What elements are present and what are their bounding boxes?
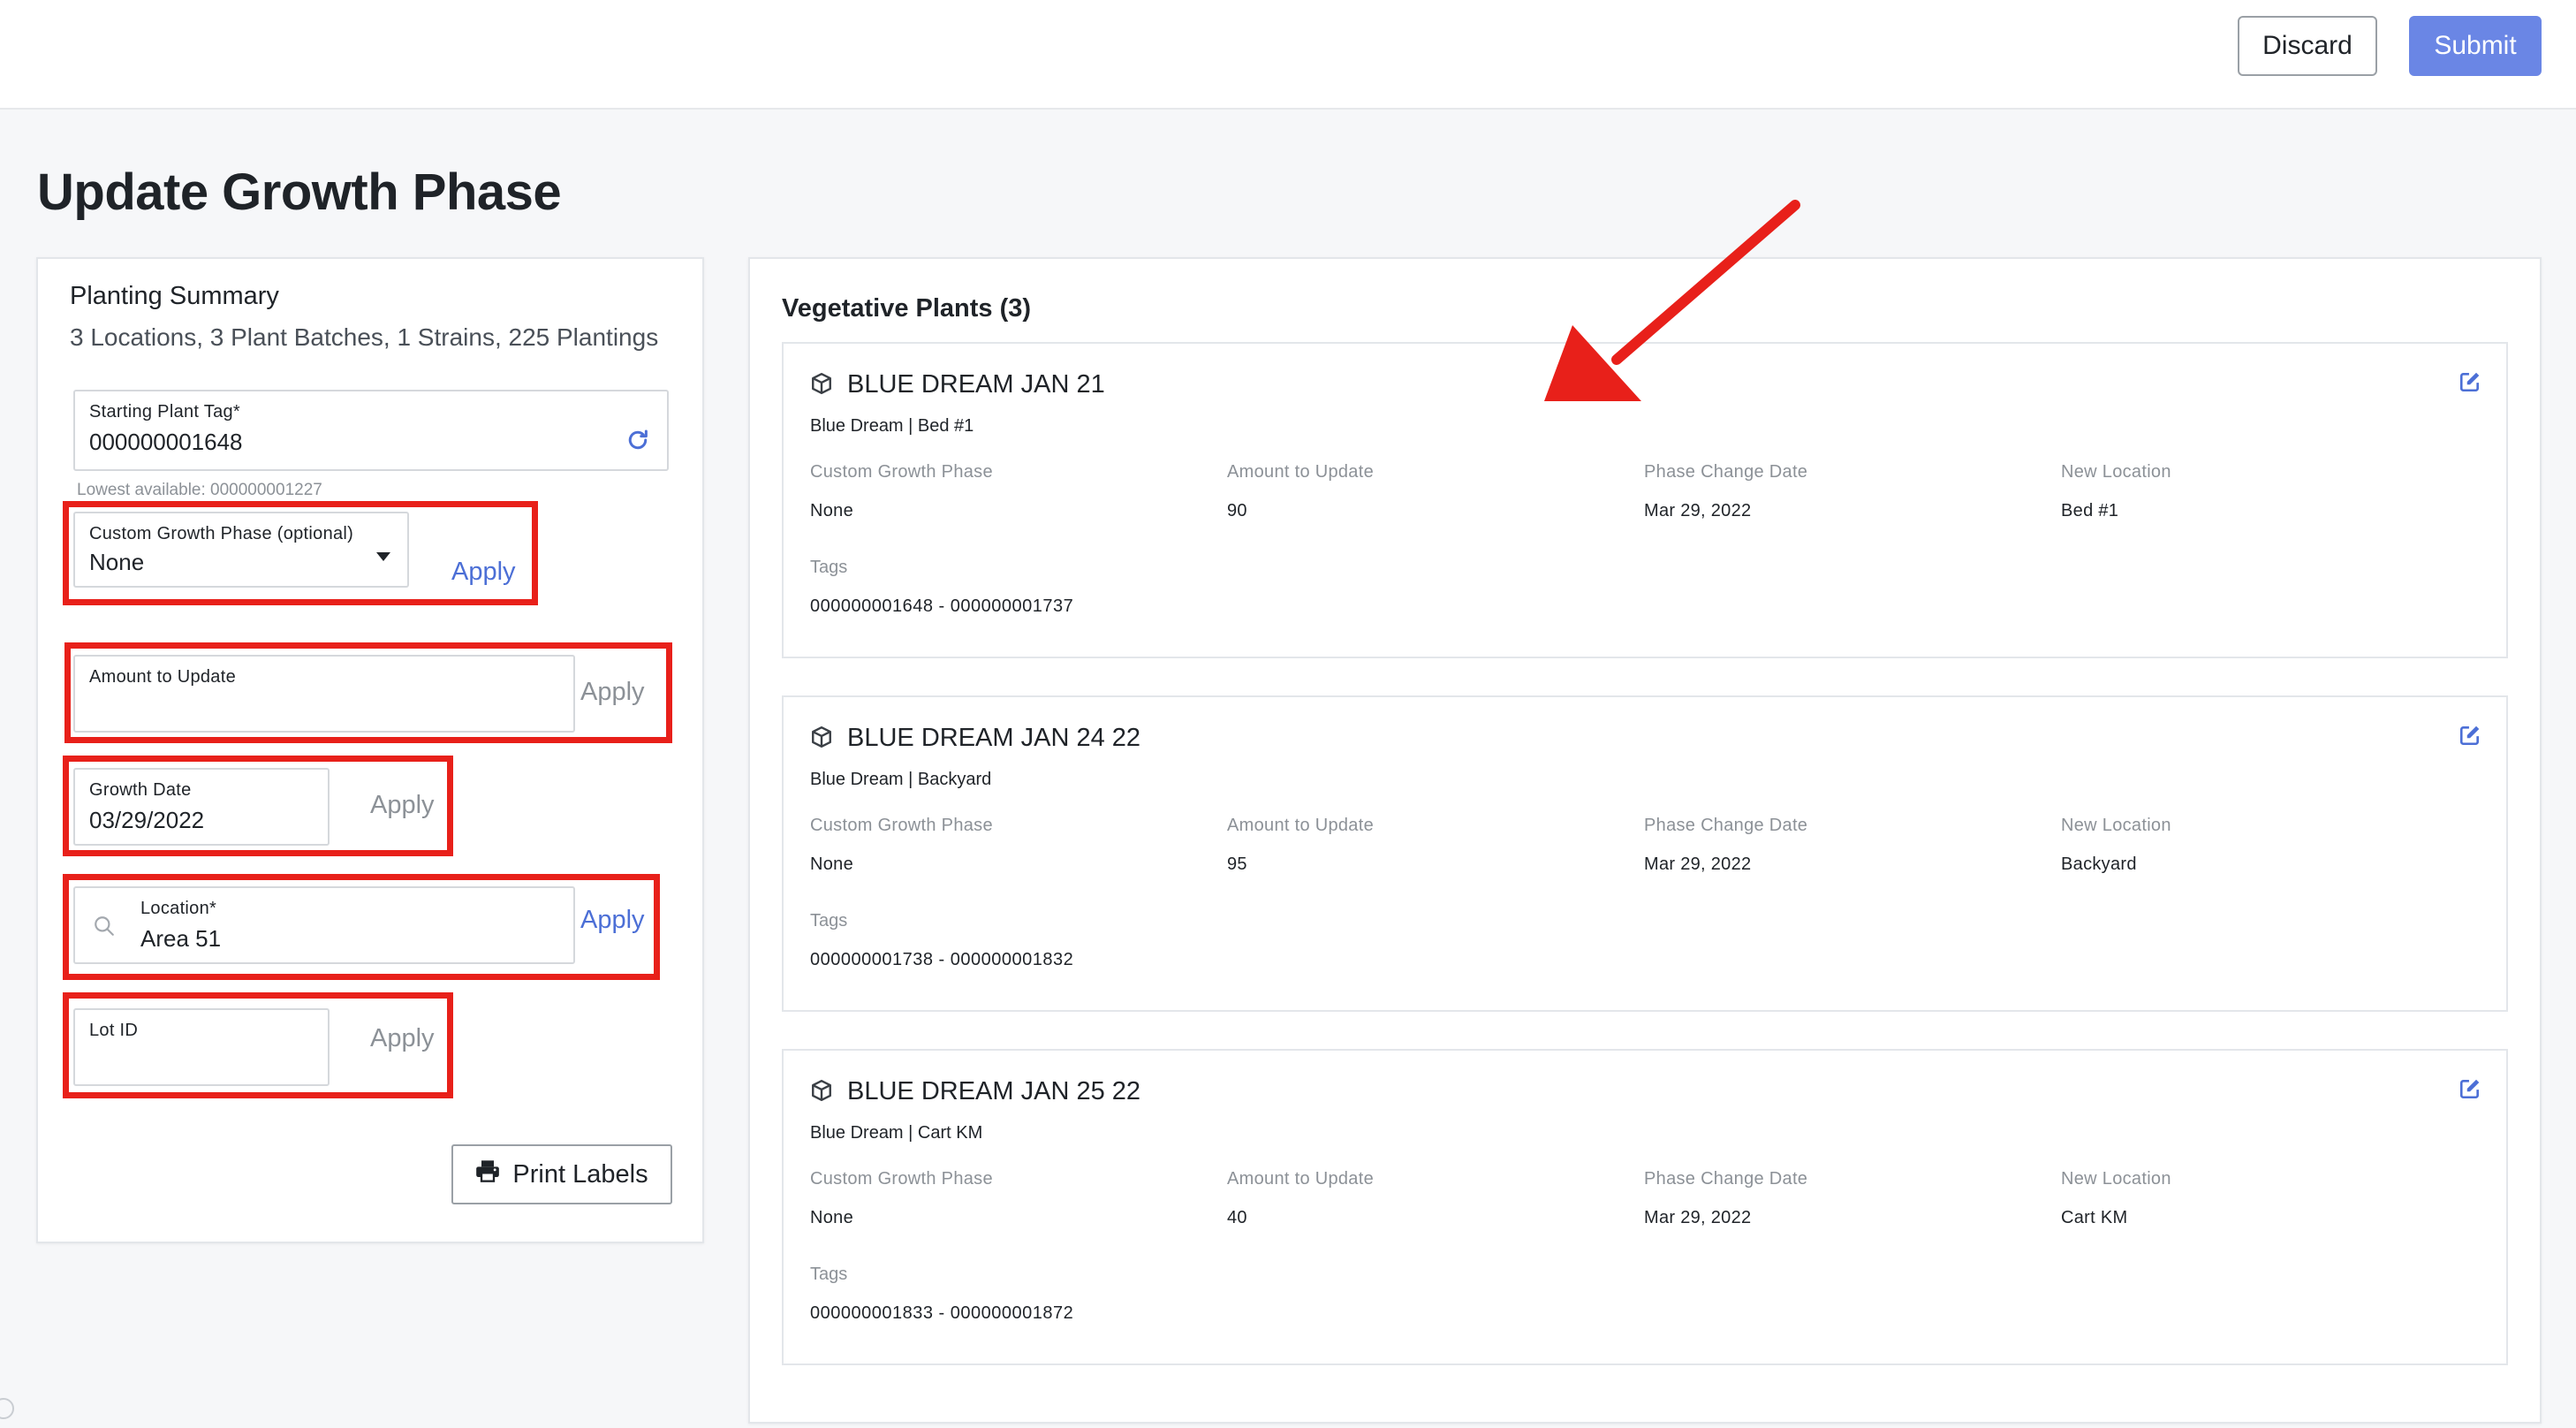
new-location-column-label: New Location	[2061, 1169, 2171, 1189]
new-location-value: Bed #1	[2061, 501, 2119, 520]
growth-date-apply-button[interactable]: Apply	[370, 791, 435, 820]
box-icon	[810, 725, 833, 753]
lowest-available-hint: Lowest available: 000000001227	[77, 481, 322, 499]
new-location-column-label: New Location	[2061, 816, 2171, 835]
card-title: BLUE DREAM JAN 25 22	[847, 1077, 1141, 1105]
caret-down-icon	[375, 551, 391, 566]
amount-value: 90	[1227, 501, 1247, 520]
amount-apply-button[interactable]: Apply	[580, 678, 645, 707]
custom-growth-phase-value: None	[810, 1208, 854, 1227]
custom-growth-phase-value: None	[89, 549, 145, 575]
vegetative-plants-panel: Vegetative Plants (3) BLUE DREAM JAN 21 …	[748, 257, 2542, 1424]
custom-growth-phase-column-label: Custom Growth Phase	[810, 816, 993, 835]
phase-change-date-column-label: Phase Change Date	[1644, 462, 1808, 482]
card-subtitle: Blue Dream | Backyard	[810, 770, 992, 789]
annotation-arrow	[1544, 200, 1800, 401]
lot-id-input[interactable]: Lot ID	[73, 1008, 330, 1086]
tags-value: 000000001738 - 000000001832	[810, 950, 1074, 969]
card-subtitle: Blue Dream | Cart KM	[810, 1123, 983, 1143]
search-icon	[93, 915, 116, 942]
summary-title: Planting Summary	[70, 282, 279, 310]
location-input[interactable]: Location* Area 51	[73, 886, 575, 964]
phase-change-date-value: Mar 29, 2022	[1644, 855, 1752, 874]
box-icon	[810, 372, 833, 399]
edit-icon[interactable]	[2459, 1077, 2481, 1105]
location-label: Location*	[140, 899, 217, 918]
growth-date-value: 03/29/2022	[89, 807, 205, 833]
box-icon	[810, 1079, 833, 1106]
edit-icon[interactable]	[2459, 724, 2481, 751]
plant-batch-card: BLUE DREAM JAN 25 22 Blue Dream | Cart K…	[782, 1049, 2508, 1365]
custom-growth-phase-value: None	[810, 501, 854, 520]
lot-id-label: Lot ID	[89, 1021, 139, 1040]
planting-summary-panel: Planting Summary 3 Locations, 3 Plant Ba…	[36, 257, 704, 1243]
custom-growth-phase-column-label: Custom Growth Phase	[810, 462, 993, 482]
amount-value: 95	[1227, 855, 1247, 874]
card-subtitle: Blue Dream | Bed #1	[810, 416, 974, 436]
phase-change-date-column-label: Phase Change Date	[1644, 1169, 1808, 1189]
growth-date-input[interactable]: Growth Date 03/29/2022	[73, 768, 330, 846]
printer-icon	[475, 1159, 500, 1189]
lot-id-apply-button[interactable]: Apply	[370, 1024, 435, 1053]
tags-value: 000000001833 - 000000001872	[810, 1303, 1074, 1323]
submit-button[interactable]: Submit	[2409, 16, 2542, 76]
tags-label: Tags	[810, 911, 848, 930]
custom-growth-phase-value: None	[810, 855, 854, 874]
summary-text: 3 Locations, 3 Plant Batches, 1 Strains,…	[70, 323, 659, 351]
growth-date-label: Growth Date	[89, 780, 192, 800]
phase-change-date-value: Mar 29, 2022	[1644, 1208, 1752, 1227]
card-title: BLUE DREAM JAN 24 22	[847, 724, 1141, 752]
tags-value: 000000001648 - 000000001737	[810, 596, 1074, 616]
amount-value: 40	[1227, 1208, 1247, 1227]
starting-plant-tag-label: Starting Plant Tag*	[89, 402, 240, 422]
print-labels-label: Print Labels	[512, 1159, 648, 1189]
starting-plant-tag-value: 000000001648	[89, 429, 243, 455]
print-labels-button[interactable]: Print Labels	[451, 1144, 672, 1204]
card-title: BLUE DREAM JAN 21	[847, 370, 1105, 399]
vegetative-plants-title: Vegetative Plants (3)	[782, 294, 1032, 323]
discard-button[interactable]: Discard	[2238, 16, 2377, 76]
location-apply-button[interactable]: Apply	[580, 906, 645, 935]
custom-growth-phase-apply-button[interactable]: Apply	[451, 558, 516, 587]
custom-growth-phase-label: Custom Growth Phase (optional)	[89, 524, 354, 543]
custom-growth-phase-column-label: Custom Growth Phase	[810, 1169, 993, 1189]
phase-change-date-value: Mar 29, 2022	[1644, 501, 1752, 520]
amount-column-label: Amount to Update	[1227, 462, 1375, 482]
starting-plant-tag-field[interactable]: Starting Plant Tag* 000000001648	[73, 390, 669, 471]
plant-batch-card: BLUE DREAM JAN 24 22 Blue Dream | Backya…	[782, 695, 2508, 1012]
new-location-value: Backyard	[2061, 855, 2137, 874]
new-location-column-label: New Location	[2061, 462, 2171, 482]
custom-growth-phase-select[interactable]: Custom Growth Phase (optional) None	[73, 512, 409, 588]
amount-column-label: Amount to Update	[1227, 816, 1375, 835]
tags-label: Tags	[810, 558, 848, 577]
page-title: Update Growth Phase	[37, 163, 562, 221]
tags-label: Tags	[810, 1265, 848, 1284]
phase-change-date-column-label: Phase Change Date	[1644, 816, 1808, 835]
refresh-icon[interactable]	[625, 427, 651, 458]
amount-column-label: Amount to Update	[1227, 1169, 1375, 1189]
amount-to-update-input[interactable]: Amount to Update	[73, 655, 575, 733]
new-location-value: Cart KM	[2061, 1208, 2128, 1227]
corner-indicator	[0, 1398, 14, 1419]
amount-to-update-label: Amount to Update	[89, 667, 237, 687]
edit-icon[interactable]	[2459, 370, 2481, 398]
location-value: Area 51	[140, 925, 222, 952]
top-bar: Discard Submit	[0, 0, 2576, 110]
